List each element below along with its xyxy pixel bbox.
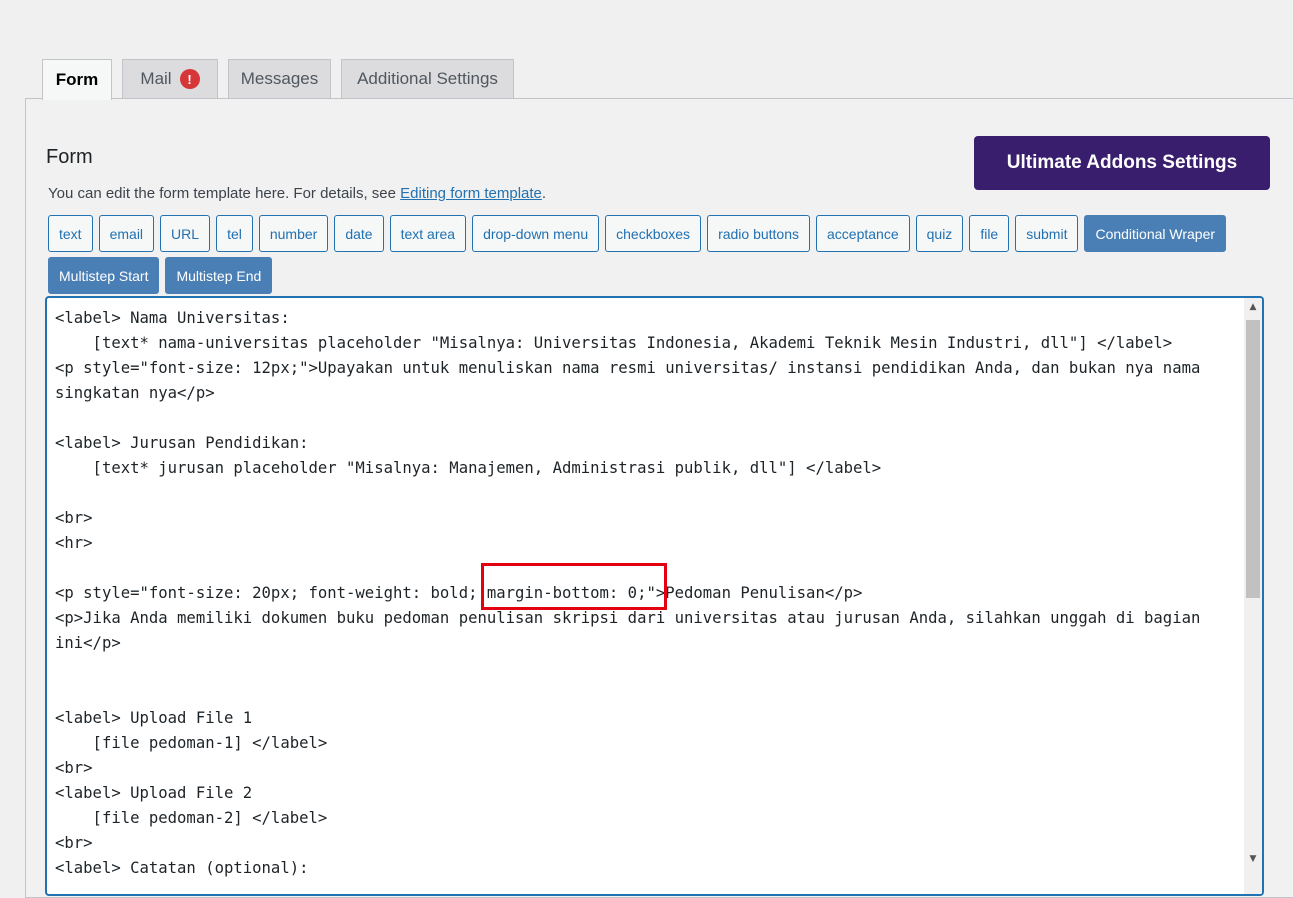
section-title: Form <box>46 146 93 168</box>
section-description: You can edit the form template here. For… <box>48 185 546 202</box>
tag-text-button[interactable]: text <box>48 215 93 252</box>
tag-acceptance-button[interactable]: acceptance <box>816 215 910 252</box>
tab-form-label: Form <box>55 70 99 89</box>
tag-file-button[interactable]: file <box>969 215 1010 252</box>
conditional-wrapper-button[interactable]: Conditional Wraper <box>1084 215 1227 252</box>
tab-messages-label: Messages <box>240 69 319 88</box>
tag-generator-row: text email URL tel number date text area… <box>48 215 1227 252</box>
tag-submit-button[interactable]: submit <box>1015 215 1079 252</box>
tag-radio-button[interactable]: radio buttons <box>707 215 811 252</box>
tab-form[interactable]: Form <box>42 59 112 100</box>
description-text: You can edit the form template here. For… <box>48 185 401 202</box>
tab-additional-settings[interactable]: Additional Settings <box>341 59 514 98</box>
tag-number-button[interactable]: number <box>258 215 329 252</box>
scroll-up-icon[interactable]: ▲ <box>1244 302 1262 312</box>
multistep-row: Multistep Start Multistep End <box>48 257 273 294</box>
tag-quiz-button[interactable]: quiz <box>915 215 964 252</box>
tag-email-button[interactable]: email <box>98 215 155 252</box>
tag-date-button[interactable]: date <box>334 215 384 252</box>
tab-additional-settings-label: Additional Settings <box>357 69 498 88</box>
editing-form-template-link[interactable]: Editing form template <box>400 185 542 202</box>
tag-url-button[interactable]: URL <box>160 215 211 252</box>
editor-scrollbar[interactable]: ▲ ▼ <box>1244 298 1262 894</box>
scroll-down-icon[interactable]: ▼ <box>1244 854 1262 864</box>
scrollbar-thumb[interactable] <box>1246 320 1260 598</box>
tag-dropdown-button[interactable]: drop-down menu <box>472 215 600 252</box>
multistep-start-button[interactable]: Multistep Start <box>48 257 160 294</box>
tab-messages[interactable]: Messages <box>228 59 331 98</box>
tag-checkboxes-button[interactable]: checkboxes <box>605 215 702 252</box>
tag-tel-button[interactable]: tel <box>216 215 253 252</box>
annotation-highlight-box <box>481 563 667 610</box>
warning-icon: ! <box>179 69 200 89</box>
tag-textarea-button[interactable]: text area <box>389 215 467 252</box>
tab-mail-label: Mail <box>140 69 172 88</box>
multistep-end-button[interactable]: Multistep End <box>165 257 273 294</box>
tab-mail[interactable]: Mail ! <box>122 59 218 98</box>
ultimate-addons-settings-button[interactable]: Ultimate Addons Settings <box>974 136 1270 190</box>
description-suffix: . <box>541 185 547 202</box>
